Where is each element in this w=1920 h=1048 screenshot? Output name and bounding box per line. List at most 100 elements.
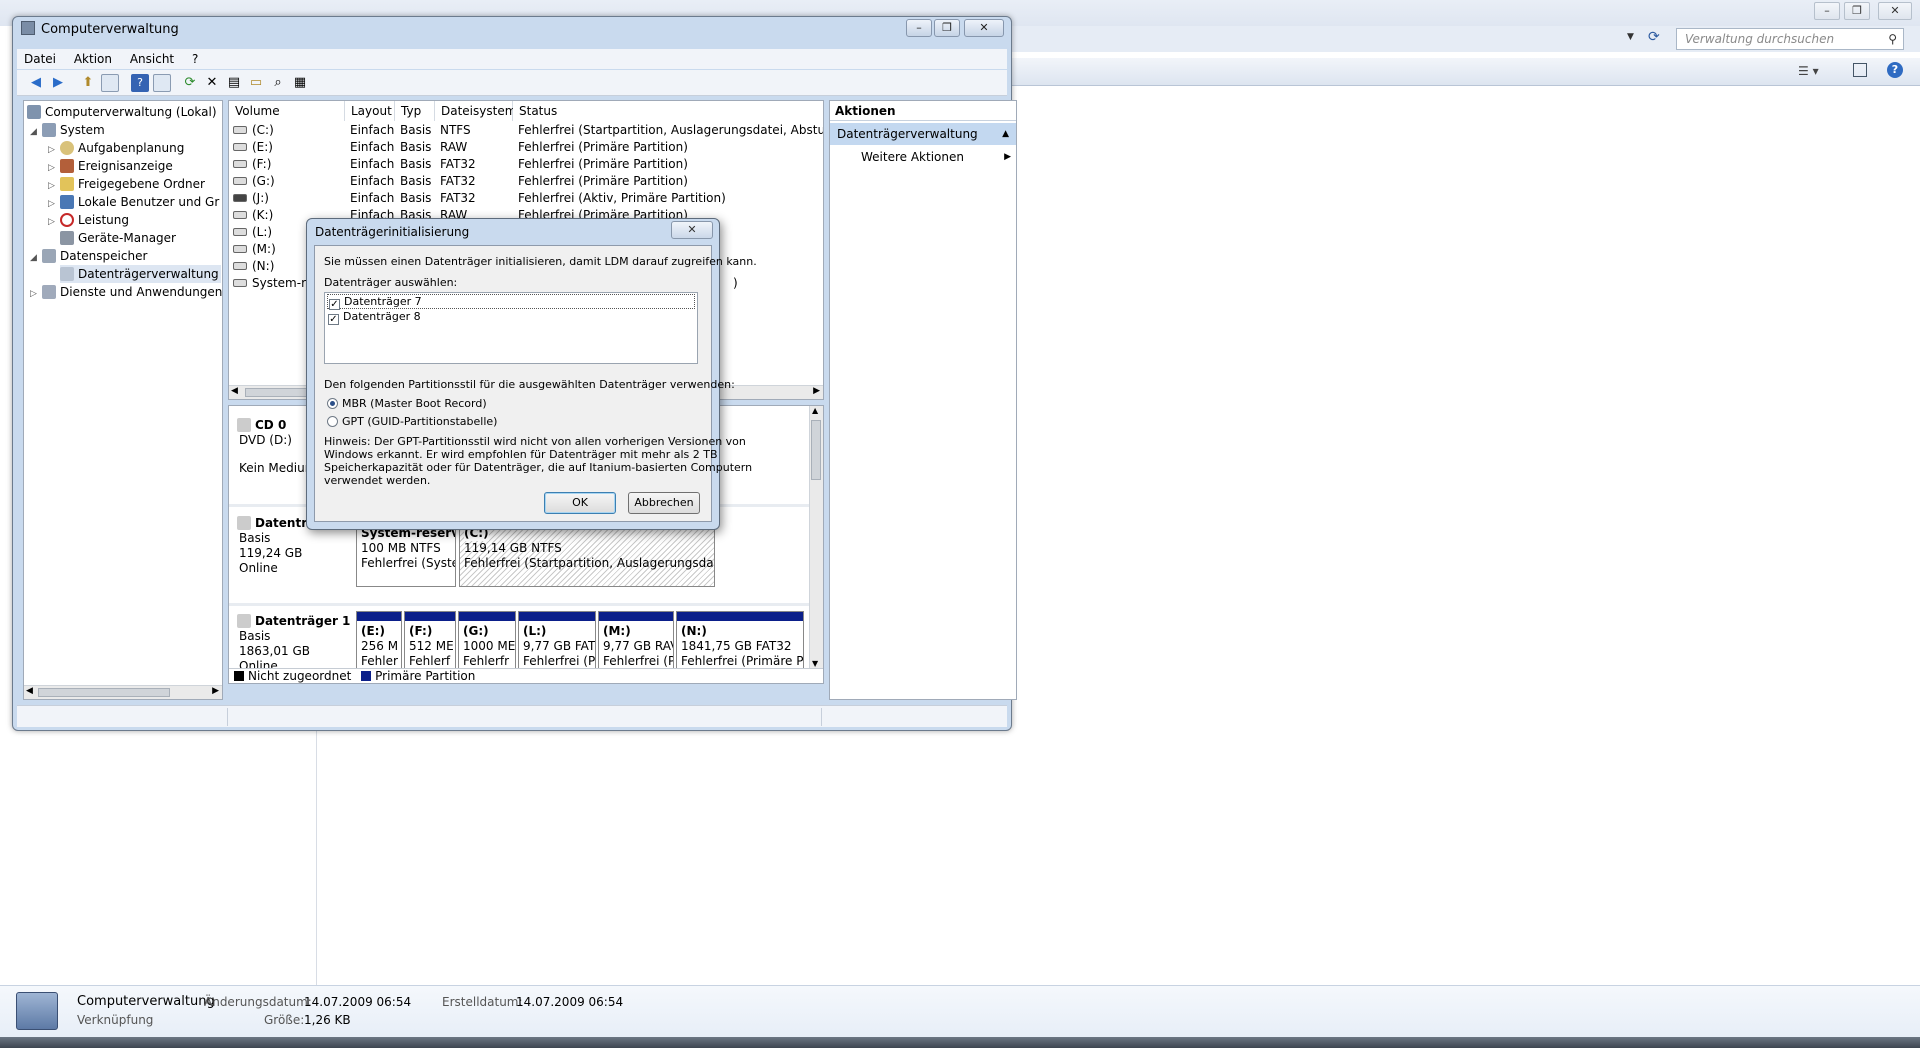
window-title: Computerverwaltung <box>41 22 179 37</box>
scroll-right-icon[interactable]: ▶ <box>813 386 820 396</box>
help-toolbar-icon[interactable]: ? <box>131 74 149 92</box>
bg-restore-button[interactable]: ❐ <box>1844 2 1870 20</box>
scroll-left-icon[interactable]: ◀ <box>26 686 33 696</box>
preview-pane-icon[interactable] <box>1853 63 1867 77</box>
tree-item-system[interactable]: ◢ System <box>30 121 105 141</box>
tree-root[interactable]: Computerverwaltung (Lokal) <box>27 103 217 121</box>
window-titlebar[interactable]: Computerverwaltung <box>21 21 179 37</box>
volume-row[interactable]: (F:) Einfach Basis FAT32 Fehlerfrei (Pri… <box>229 156 823 173</box>
tree-item-label: Geräte-Manager <box>78 231 176 245</box>
back-icon[interactable]: ◀ <box>27 74 45 92</box>
dialog-close-button[interactable]: ✕ <box>671 221 713 239</box>
cancel-button[interactable]: Abbrechen <box>628 492 700 514</box>
settings-icon[interactable]: ▦ <box>291 74 309 92</box>
disk-8-checkbox[interactable]: ✓ <box>328 314 339 325</box>
search-disk-icon[interactable]: ⌕ <box>269 74 287 92</box>
tree-item-aufgabenplanung[interactable]: ▷ Aufgabenplanung <box>48 139 184 159</box>
event-viewer-icon <box>60 159 74 173</box>
bg-address-dropdown-icon[interactable]: ▼ <box>1627 32 1634 42</box>
menu-aktion[interactable]: Aktion <box>67 49 119 69</box>
scroll-up-icon[interactable]: ▲ <box>812 406 818 415</box>
tree-item-label: Datenträgerverwaltung <box>78 267 219 281</box>
expand-icon[interactable]: ▷ <box>30 285 42 303</box>
disk-1-row[interactable]: Datenträger 1 Basis 1863,01 GB Online (E… <box>229 606 809 673</box>
partition-l[interactable]: (L:) 9,77 GB FAT Fehlerfrei (P <box>518 611 596 671</box>
scroll-right-icon[interactable]: ▶ <box>212 686 219 696</box>
partition-g[interactable]: (G:) 1000 ME Fehlerfr <box>458 611 516 671</box>
volume-fs: RAW <box>440 140 468 154</box>
view-options-icon[interactable]: ☰ ▾ <box>1798 64 1819 78</box>
col-header-dateisystem[interactable]: Dateisystem <box>435 101 516 121</box>
volume-row[interactable]: (G:) Einfach Basis FAT32 Fehlerfrei (Pri… <box>229 173 823 190</box>
tree-item-geraete-manager[interactable]: Geräte-Manager <box>60 229 176 247</box>
forward-icon[interactable]: ▶ <box>49 74 67 92</box>
actions-section-header[interactable]: Datenträgerverwaltung ▲ <box>830 123 1016 145</box>
bg-minimize-button[interactable]: – <box>1814 2 1840 20</box>
delete-icon[interactable]: ✕ <box>203 74 221 92</box>
volume-row[interactable]: (J:) Einfach Basis FAT32 Fehlerfrei (Akt… <box>229 190 823 207</box>
expand-icon[interactable]: ▷ <box>48 213 60 231</box>
mbr-radio[interactable] <box>327 398 338 409</box>
bg-search-input[interactable]: Verwaltung durchsuchen ⚲ <box>1676 28 1904 50</box>
close-button[interactable]: ✕ <box>964 19 1004 37</box>
bg-refresh-icon[interactable]: ⟳ <box>1648 29 1660 45</box>
ok-button[interactable]: OK <box>544 492 616 514</box>
show-hide-tree-icon[interactable] <box>101 74 119 92</box>
collapse-icon[interactable]: ◢ <box>30 249 42 267</box>
partition-size: 1000 ME <box>463 639 516 653</box>
scroll-left-icon[interactable]: ◀ <box>231 386 238 396</box>
tree-item-freigegebene-ordner[interactable]: ▷ Freigegebene Ordner <box>48 175 205 195</box>
tree-horizontal-scrollbar[interactable]: ◀ ▶ <box>24 685 222 699</box>
scroll-thumb[interactable] <box>811 420 821 480</box>
scroll-down-icon[interactable]: ▼ <box>812 659 818 668</box>
collapse-section-icon[interactable]: ▲ <box>1002 123 1009 145</box>
search-icon[interactable]: ⚲ <box>1888 29 1897 49</box>
taskbar[interactable] <box>0 1037 1920 1048</box>
volume-row[interactable]: (C:) Einfach Basis NTFS Fehlerfrei (Star… <box>229 122 823 139</box>
tree-item-ereignisanzeige[interactable]: ▷ Ereignisanzeige <box>48 157 173 177</box>
col-header-status[interactable]: Status <box>513 101 823 121</box>
properties-icon[interactable]: ▤ <box>225 74 243 92</box>
menu-datei[interactable]: Datei <box>17 49 63 69</box>
partition-n[interactable]: (N:) 1841,75 GB FAT32 Fehlerfrei (Primär… <box>676 611 804 671</box>
collapse-icon[interactable]: ◢ <box>30 123 42 141</box>
up-folder-icon[interactable]: ⬆ <box>79 74 97 92</box>
tree-item-datenspeicher[interactable]: ◢ Datenspeicher <box>30 247 147 267</box>
tree-item-leistung[interactable]: ▷ Leistung <box>48 211 129 231</box>
disk-7-checkbox[interactable]: ✓ <box>329 299 340 310</box>
col-header-typ[interactable]: Typ <box>395 101 435 121</box>
gpt-option[interactable]: GPT (GUID-Partitionstabelle) <box>327 415 497 428</box>
maximize-button[interactable]: ❐ <box>934 19 960 37</box>
open-folder-icon[interactable]: ▭ <box>247 74 265 92</box>
refresh-icon[interactable]: ⟳ <box>181 74 199 92</box>
col-header-layout[interactable]: Layout <box>345 101 395 121</box>
hard-disk-icon <box>237 516 251 530</box>
col-header-volume[interactable]: Volume <box>229 101 345 121</box>
menu-help[interactable]: ? <box>185 49 205 69</box>
tree-item-datentraegerverwaltung[interactable]: Datenträgerverwaltung <box>60 265 221 283</box>
disk-view-vertical-scrollbar[interactable]: ▲ ▼ <box>809 406 823 668</box>
disk-8-item[interactable]: ✓ Datenträger 8 <box>327 310 695 325</box>
more-actions-item[interactable]: Weitere Aktionen ▶ <box>861 148 1011 166</box>
partition-size: 9,77 GB RAV <box>603 639 674 653</box>
help-icon[interactable]: ? <box>1887 62 1903 78</box>
volume-fs: FAT32 <box>440 174 476 188</box>
disk-7-item[interactable]: ✓ Datenträger 7 <box>327 294 695 310</box>
volume-type: Basis <box>400 123 432 137</box>
disk-select-list[interactable]: ✓ Datenträger 7 ✓ Datenträger 8 <box>324 292 698 364</box>
partition-e[interactable]: (E:) 256 M Fehler <box>356 611 402 671</box>
legend-unallocated-swatch <box>234 671 244 681</box>
volume-status: ) <box>733 276 738 290</box>
tree-item-dienste[interactable]: ▷ Dienste und Anwendungen <box>30 283 222 303</box>
tree-item-lokale-benutzer[interactable]: ▷ Lokale Benutzer und Gr <box>48 193 219 213</box>
gpt-radio[interactable] <box>327 416 338 427</box>
mbr-option[interactable]: MBR (Master Boot Record) <box>327 397 487 410</box>
scroll-thumb[interactable] <box>38 688 170 697</box>
bg-close-button[interactable]: ✕ <box>1878 2 1912 20</box>
partition-f[interactable]: (F:) 512 ME Fehlerf <box>404 611 456 671</box>
show-action-pane-icon[interactable] <box>153 74 171 92</box>
partition-m[interactable]: (M:) 9,77 GB RAV Fehlerfrei (P <box>598 611 674 671</box>
volume-row[interactable]: (E:) Einfach Basis RAW Fehlerfrei (Primä… <box>229 139 823 156</box>
menu-ansicht[interactable]: Ansicht <box>123 49 181 69</box>
minimize-button[interactable]: – <box>906 19 932 37</box>
